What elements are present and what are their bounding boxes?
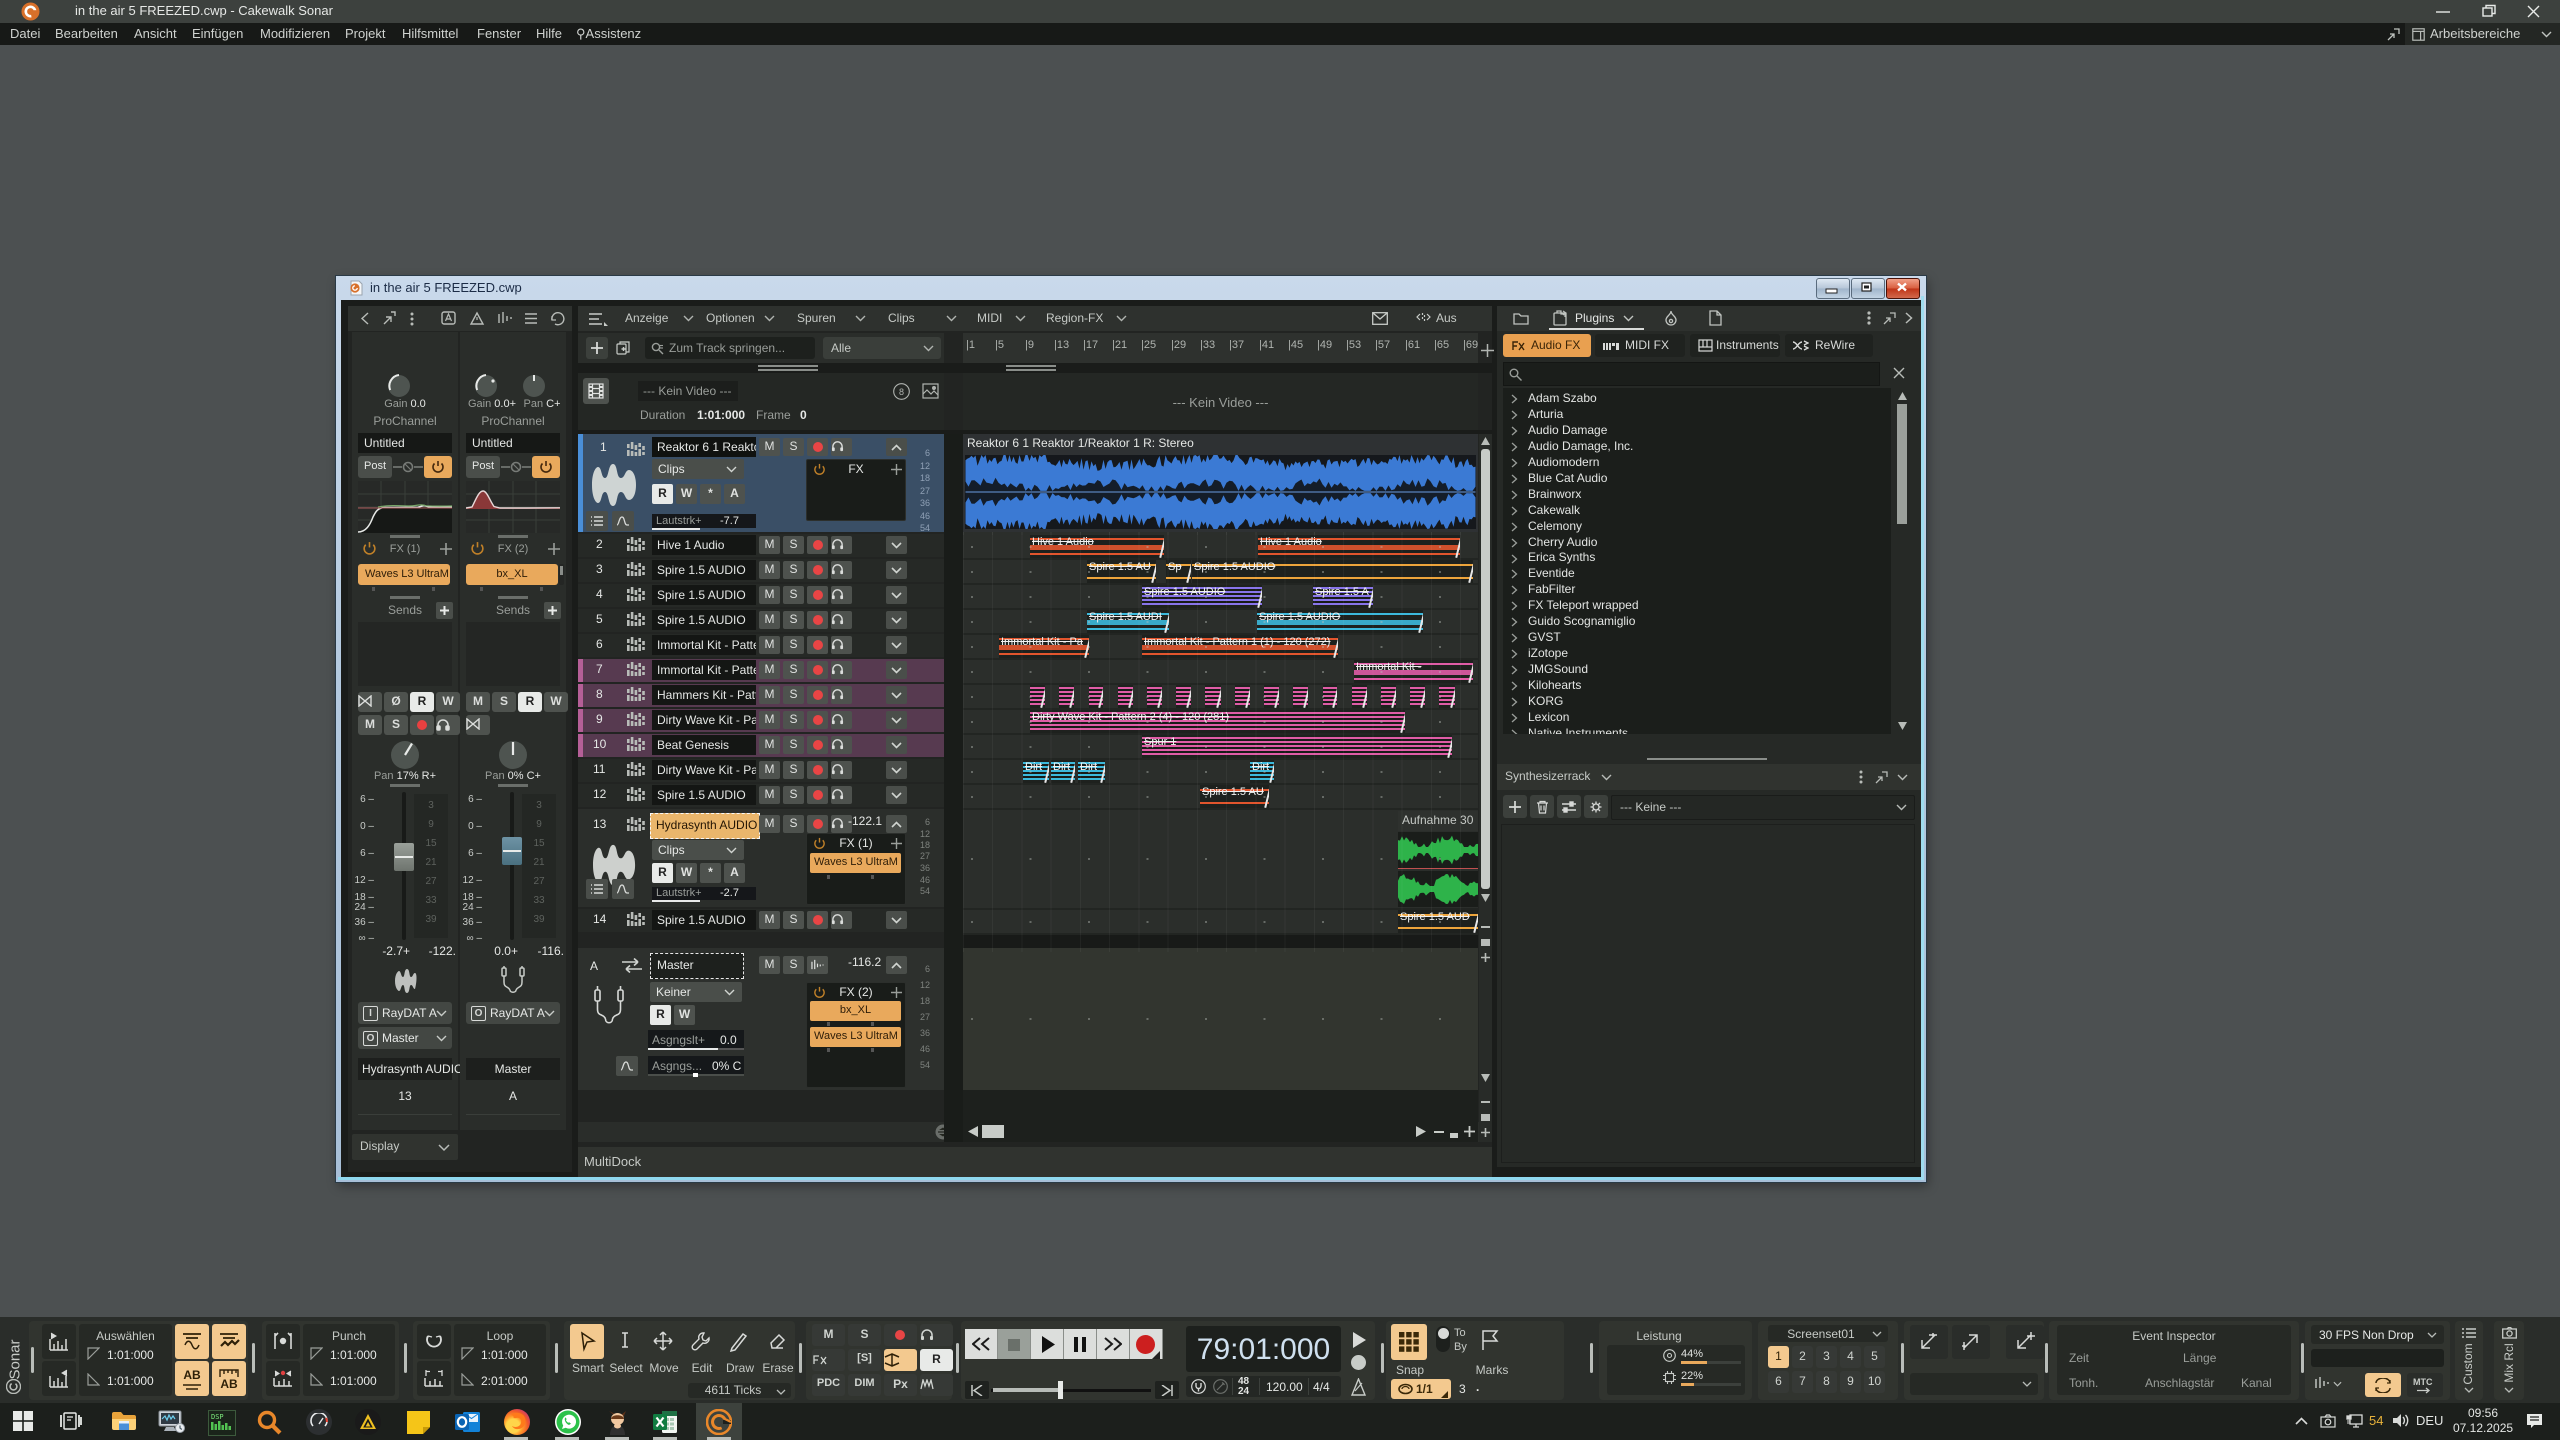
svg-text:8: 8 bbox=[899, 387, 904, 397]
svg-text:DSP: DSP bbox=[211, 1413, 224, 1421]
